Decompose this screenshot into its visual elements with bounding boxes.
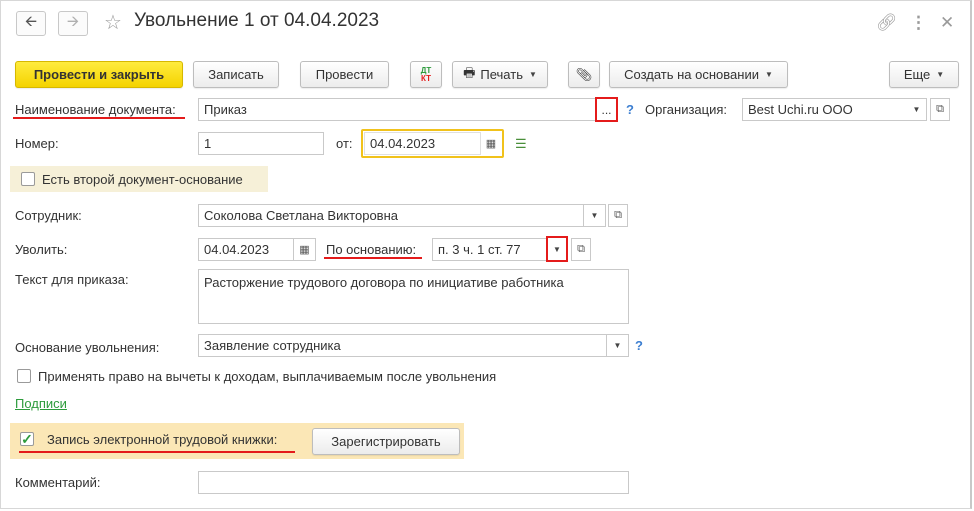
- forward-button[interactable]: 🡪: [58, 11, 88, 36]
- dt-kt-button[interactable]: ДТ КТ: [410, 61, 442, 88]
- employee-open-button[interactable]: ⧉: [608, 204, 628, 227]
- dismiss-date-field[interactable]: 04.04.2023: [198, 238, 294, 261]
- comment-label: Комментарий:: [15, 475, 101, 490]
- print-button[interactable]: 🖶 Печать ▼: [452, 61, 548, 88]
- basis-dropdown-button[interactable]: ▼: [546, 236, 568, 262]
- chevron-down-icon: ▼: [590, 211, 599, 220]
- order-text-area[interactable]: Расторжение трудового договора по инициа…: [198, 269, 629, 324]
- back-button[interactable]: 🡨: [16, 11, 46, 36]
- org-dropdown-button[interactable]: ▼: [907, 98, 927, 121]
- number-label: Номер:: [15, 136, 59, 151]
- order-text-label: Текст для приказа:: [15, 272, 129, 287]
- org-label: Организация:: [645, 102, 728, 117]
- link-icon[interactable]: 🔗︎: [876, 13, 898, 33]
- attachment-button[interactable]: 📎︎: [568, 61, 600, 88]
- basis-open-button[interactable]: ⧉: [571, 238, 591, 261]
- chevron-down-icon: ▼: [764, 70, 773, 79]
- basis-field[interactable]: п. 3 ч. 1 ст. 77: [432, 238, 547, 261]
- dismiss-reason-label: Основание увольнения:: [15, 340, 160, 355]
- deductions-label: Применять право на вычеты к доходам, вып…: [38, 369, 497, 384]
- employee-dropdown-button[interactable]: ▼: [584, 204, 606, 227]
- select-ellipsis-button[interactable]: ...: [595, 97, 618, 122]
- employee-field[interactable]: Соколова Светлана Викторовна: [198, 204, 584, 227]
- post-button[interactable]: Провести: [300, 61, 389, 88]
- create-based-label: Создать на основании: [624, 67, 759, 82]
- chevron-down-icon: ▼: [912, 105, 921, 114]
- chevron-down-icon: ▼: [613, 341, 622, 350]
- open-icon: ⧉: [577, 243, 585, 255]
- dismiss-reason-dropdown-button[interactable]: ▼: [607, 334, 629, 357]
- second-doc-label: Есть второй документ-основание: [42, 172, 243, 187]
- deductions-checkbox[interactable]: [17, 369, 31, 383]
- close-icon[interactable]: ✕: [940, 13, 954, 33]
- chevron-down-icon: ▼: [553, 244, 561, 254]
- check-icon: ✓: [21, 431, 33, 447]
- etk-label: Запись электронной трудовой книжки:: [47, 432, 278, 447]
- arrow-left-icon: 🡨: [24, 13, 38, 30]
- basis-label: По основанию:: [326, 242, 417, 257]
- doc-name-label: Наименование документа:: [15, 102, 176, 117]
- annotation-underline: [13, 117, 185, 119]
- printer-icon: 🖶: [463, 64, 476, 80]
- open-icon: ⧉: [614, 209, 622, 221]
- chevron-down-icon: ▼: [528, 70, 537, 79]
- calendar-icon[interactable]: ▦: [481, 132, 501, 155]
- annotation-underline: [19, 451, 295, 453]
- annotation-underline: [324, 257, 422, 259]
- from-label: от:: [336, 136, 353, 151]
- paperclip-icon: 📎︎: [575, 66, 593, 82]
- help-icon[interactable]: ?: [635, 338, 643, 353]
- dismiss-reason-field[interactable]: Заявление сотрудника: [198, 334, 607, 357]
- etk-checkbox[interactable]: ✓: [20, 432, 34, 446]
- create-based-on-button[interactable]: Создать на основании ▼: [609, 61, 788, 88]
- calendar-icon[interactable]: ▦: [294, 238, 316, 261]
- employee-label: Сотрудник:: [15, 208, 82, 223]
- print-label: Печать: [480, 67, 523, 82]
- help-icon[interactable]: ?: [626, 102, 634, 117]
- document-check-icon[interactable]: ☰: [515, 136, 527, 152]
- more-button[interactable]: Еще ▼: [889, 61, 959, 88]
- signatures-link[interactable]: Подписи: [15, 396, 67, 411]
- star-icon[interactable]: ☆: [104, 10, 122, 35]
- register-button[interactable]: Зарегистрировать: [312, 428, 460, 455]
- doc-name-field[interactable]: Приказ: [198, 98, 596, 121]
- open-icon: ⧉: [936, 103, 944, 115]
- kt-label: КТ: [421, 73, 431, 83]
- more-label: Еще: [903, 67, 931, 82]
- arrow-right-icon: 🡪: [66, 13, 80, 30]
- org-open-button[interactable]: ⧉: [930, 98, 950, 121]
- comment-field[interactable]: [198, 471, 629, 494]
- second-doc-checkbox[interactable]: [21, 172, 35, 186]
- post-and-close-button[interactable]: Провести и закрыть: [15, 61, 183, 88]
- save-button[interactable]: Записать: [193, 61, 279, 88]
- org-field[interactable]: Best Uchi.ru ООО: [742, 98, 908, 121]
- date-field[interactable]: 04.04.2023: [364, 132, 481, 155]
- dismiss-label: Уволить:: [15, 242, 68, 257]
- more-vertical-icon[interactable]: ⋮: [910, 13, 927, 33]
- number-field[interactable]: 1: [198, 132, 324, 155]
- chevron-down-icon: ▼: [936, 70, 945, 79]
- window-title: Увольнение 1 от 04.04.2023: [134, 10, 380, 31]
